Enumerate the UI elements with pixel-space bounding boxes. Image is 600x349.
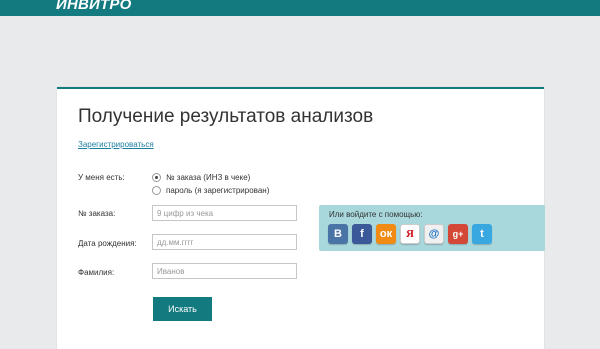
search-button[interactable]: Искать — [153, 297, 212, 321]
social-login-title: Или войдите с помощью: — [329, 210, 423, 219]
have-label: У меня есть: — [78, 173, 125, 182]
surname-label: Фамилия: — [78, 268, 115, 277]
radio-order-number[interactable] — [152, 173, 161, 182]
top-header-bar: ИНВИТРО — [0, 0, 600, 16]
mailru-icon[interactable]: @ — [424, 224, 444, 244]
twitter-icon[interactable]: t — [472, 224, 492, 244]
odnoklassniki-icon[interactable]: ок — [376, 224, 396, 244]
facebook-icon[interactable]: f — [352, 224, 372, 244]
vkontakte-icon[interactable]: В — [328, 224, 348, 244]
social-icons: В f ок Я @ g+ t — [328, 224, 492, 244]
google-plus-icon[interactable]: g+ — [448, 224, 468, 244]
order-number-input[interactable] — [152, 205, 297, 221]
radio-password[interactable] — [152, 186, 161, 195]
results-form-card: Получение результатов анализов Зарегистр… — [57, 87, 545, 349]
page-title: Получение результатов анализов — [78, 106, 374, 127]
birth-date-label: Дата рождения: — [78, 239, 137, 248]
radio-order-number-label[interactable]: № заказа (ИНЗ в чеке) — [166, 173, 250, 182]
register-link[interactable]: Зарегистрироваться — [78, 140, 154, 149]
radio-password-label[interactable]: пароль (я зарегистрирован) — [166, 186, 269, 195]
yandex-icon[interactable]: Я — [400, 224, 420, 244]
social-login-panel: Или войдите с помощью: В f ок Я @ g+ t — [319, 205, 545, 251]
order-number-label: № заказа: — [78, 209, 116, 218]
invitro-logo[interactable]: ИНВИТРО — [56, 0, 131, 13]
birth-date-input[interactable] — [152, 234, 297, 250]
surname-input[interactable] — [152, 263, 297, 279]
